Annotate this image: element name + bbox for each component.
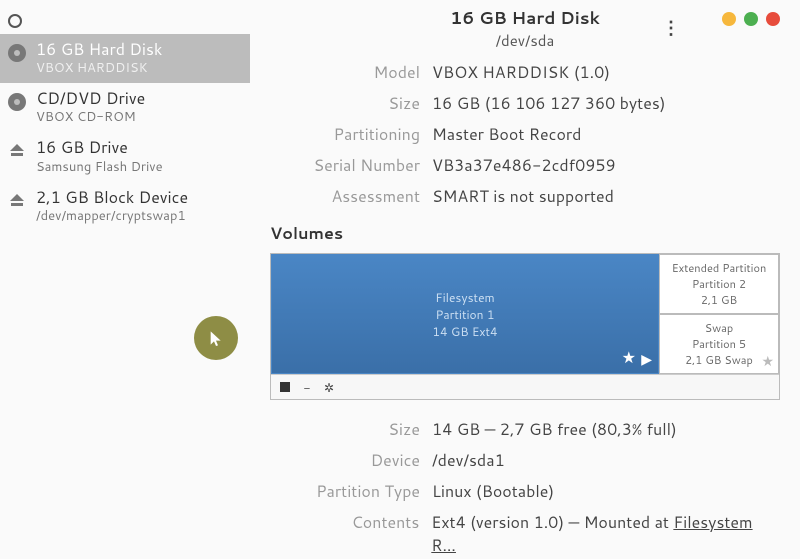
device-item-hard-disk[interactable]: 16 GB Hard Disk VBOX HARDDISK <box>0 34 250 83</box>
minimize-button[interactable] <box>722 12 736 26</box>
volumes-heading: Volumes <box>270 222 780 245</box>
options-button[interactable]: ✲ <box>321 379 337 395</box>
volume-name: Extended Partition <box>672 260 767 276</box>
star-icon[interactable]: ★ <box>622 346 636 369</box>
volume-size: 2,1 GB Swap <box>685 352 753 368</box>
label-ptype: Partition Type <box>270 480 420 503</box>
device-item-cd-dvd[interactable]: CD/DVD Drive VBOX CD-ROM <box>0 83 250 132</box>
device-item-flash[interactable]: 16 GB Drive Samsung Flash Drive <box>0 132 250 181</box>
value-ptype: Linux (Bootable) <box>432 480 554 503</box>
volume-name: Filesystem <box>432 289 497 306</box>
label-part-size: Size <box>270 418 420 441</box>
label-size: Size <box>270 92 420 115</box>
label-serial: Serial Number <box>270 154 420 177</box>
device-subtitle: VBOX HARDDISK <box>36 59 162 77</box>
volumes-diagram: Filesystem Partition 1 14 GB Ext4 ★ ▶ Ex… <box>270 253 780 400</box>
device-title: 2,1 GB Block Device <box>36 188 188 207</box>
window-controls <box>722 12 780 26</box>
device-subtitle: Samsung Flash Drive <box>36 158 163 176</box>
eject-icon <box>6 140 28 162</box>
device-subtitle: VBOX CD-ROM <box>36 108 145 126</box>
value-part-size: 14 GB — 2,7 GB free (80,3% full) <box>432 418 677 441</box>
label-device: Device <box>270 449 420 472</box>
value-contents: Ext4 (version 1.0) — Mounted at Filesyst… <box>431 511 780 557</box>
device-title: 16 GB Drive <box>36 138 163 157</box>
label-assessment: Assessment <box>270 185 420 208</box>
volume-partition-5[interactable]: Swap Partition 5 2,1 GB Swap ★ <box>659 314 779 374</box>
close-button[interactable] <box>766 12 780 26</box>
value-device: /dev/sda1 <box>432 449 505 472</box>
label-partitioning: Partitioning <box>270 123 420 146</box>
page-subtitle: /dev/sda <box>450 30 600 51</box>
app-icon-row <box>0 8 250 34</box>
maximize-button[interactable] <box>744 12 758 26</box>
volume-part: Partition 1 <box>432 306 497 323</box>
value-model: VBOX HARDDISK (1.0) <box>432 61 610 84</box>
disk-icon <box>6 42 28 64</box>
star-icon[interactable]: ★ <box>761 351 774 371</box>
label-model: Model <box>270 61 420 84</box>
device-item-block[interactable]: 2,1 GB Block Device /dev/mapper/cryptswa… <box>0 182 250 231</box>
delete-button[interactable]: − <box>299 379 315 395</box>
page-title: 16 GB Hard Disk <box>450 6 600 30</box>
volume-partition-2[interactable]: Extended Partition Partition 2 2,1 GB <box>659 254 779 314</box>
volume-part: Partition 2 <box>692 276 746 292</box>
menu-button[interactable]: ⋮ <box>662 14 680 40</box>
volume-partition-1[interactable]: Filesystem Partition 1 14 GB Ext4 ★ ▶ <box>271 254 659 374</box>
volume-part: Partition 5 <box>692 336 746 352</box>
play-icon[interactable]: ▶ <box>641 349 652 369</box>
eject-icon <box>6 190 28 212</box>
volume-name: Swap <box>705 320 733 336</box>
value-assessment: SMART is not supported <box>432 185 614 208</box>
contents-prefix: Ext4 (version 1.0) — Mounted at <box>431 511 673 534</box>
volume-size: 2,1 GB <box>701 292 737 308</box>
main-panel: 16 GB Hard Disk /dev/sda ⋮ Model VBOX HAR… <box>250 0 800 559</box>
device-sidebar: 16 GB Hard Disk VBOX HARDDISK CD/DVD Dri… <box>0 0 250 559</box>
disk-icon <box>6 91 28 113</box>
value-serial: VB3a37e486-2cdf0959 <box>432 154 616 177</box>
unmount-button[interactable] <box>277 379 293 395</box>
device-title: CD/DVD Drive <box>36 89 145 108</box>
device-subtitle: /dev/mapper/cryptswap1 <box>36 207 188 225</box>
value-size: 16 GB (16 106 127 360 bytes) <box>432 92 666 115</box>
app-icon <box>8 14 22 28</box>
volume-size: 14 GB Ext4 <box>432 323 497 340</box>
label-contents: Contents <box>270 511 419 557</box>
volumes-toolbar: − ✲ <box>271 374 779 399</box>
titlebar: 16 GB Hard Disk /dev/sda ⋮ <box>270 6 780 51</box>
device-title: 16 GB Hard Disk <box>36 40 162 59</box>
value-partitioning: Master Boot Record <box>432 123 581 146</box>
